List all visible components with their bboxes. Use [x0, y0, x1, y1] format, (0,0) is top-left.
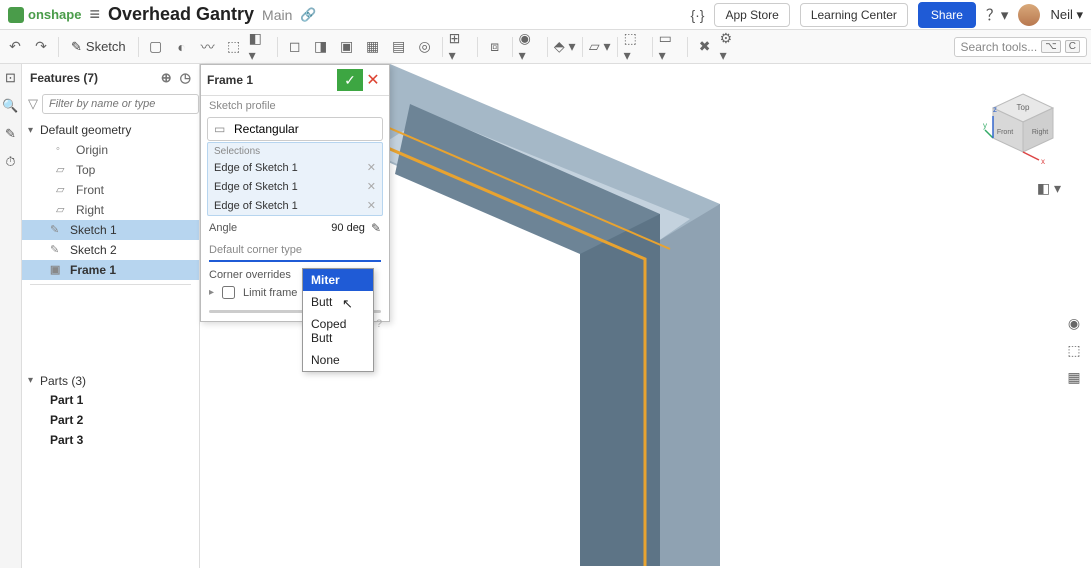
selection-item[interactable]: Edge of Sketch 1✕	[208, 158, 382, 177]
thicken-icon[interactable]: ◧ ▾	[249, 36, 271, 58]
angle-label: Angle	[209, 222, 237, 234]
history-icon[interactable]: ◷	[180, 70, 191, 86]
limit-frame-label: Limit frame	[243, 287, 297, 299]
dialog-close-button[interactable]: ✕	[363, 70, 383, 90]
selection-item[interactable]: Edge of Sketch 1✕	[208, 196, 382, 215]
limit-frame-checkbox[interactable]	[222, 286, 235, 299]
sweep-icon[interactable]: 〰	[197, 36, 219, 58]
user-avatar[interactable]	[1018, 4, 1040, 26]
remove-selection-icon[interactable]: ✕	[367, 180, 376, 193]
cursor-icon: ↖	[342, 296, 353, 312]
dropdown-item-coped-butt[interactable]: Coped Butt	[303, 313, 373, 349]
rail-search-icon[interactable]: 🔍	[2, 98, 18, 114]
dropdown-item-none[interactable]: None	[303, 349, 373, 371]
user-name[interactable]: Neil ▾	[1050, 7, 1083, 23]
expand-icon[interactable]: ▸	[209, 287, 214, 298]
origin-node[interactable]: ◦Origin	[22, 140, 199, 160]
profile-field[interactable]: ▭ Rectangular	[207, 117, 383, 141]
extrude-icon[interactable]: ▢	[145, 36, 167, 58]
plane-right[interactable]: ▱Right	[22, 200, 199, 220]
chamfer-icon[interactable]: ◨	[310, 36, 332, 58]
help-icon[interactable]: ？▾	[986, 4, 1009, 25]
rail-comments-icon[interactable]: ✎	[5, 126, 16, 142]
corner-type-label: Default corner type	[201, 240, 389, 260]
view-tool-1-icon[interactable]: ◉	[1068, 315, 1080, 332]
svg-text:z: z	[993, 105, 997, 114]
boolean-icon[interactable]: ◉ ▾	[519, 36, 541, 58]
plane-icon[interactable]: ▱ ▾	[589, 36, 611, 58]
view-tool-3-icon[interactable]: ▦	[1067, 369, 1080, 386]
svg-text:Top: Top	[1017, 103, 1030, 112]
parts-header[interactable]: ▾Parts (3)	[22, 368, 199, 390]
sketch-1-node[interactable]: ✎Sketch 1	[22, 220, 199, 240]
transform-icon[interactable]: ⬘ ▾	[554, 36, 576, 58]
filter-icon[interactable]: ▽	[28, 96, 38, 112]
config-icon[interactable]: ⚙ ▾	[720, 36, 742, 58]
svg-text:x: x	[1041, 157, 1045, 166]
svg-text:y: y	[983, 121, 987, 130]
rail-measure-icon[interactable]: ⏱	[5, 154, 15, 170]
remove-selection-icon[interactable]: ✕	[367, 161, 376, 174]
rib-icon[interactable]: ▦	[362, 36, 384, 58]
add-feature-icon[interactable]: ⊕	[161, 70, 172, 86]
rail-tree-icon[interactable]: ⊡	[5, 70, 16, 86]
undo-icon[interactable]: ↶	[4, 36, 26, 58]
loft-icon[interactable]: ⬚	[223, 36, 245, 58]
menu-icon[interactable]: ≡	[89, 4, 100, 25]
plane-top[interactable]: ▱Top	[22, 160, 199, 180]
default-geometry-node[interactable]: ▾ Default geometry	[22, 120, 199, 140]
app-logo[interactable]: onshape	[8, 7, 81, 23]
sketch-2-node[interactable]: ✎Sketch 2	[22, 240, 199, 260]
redo-icon[interactable]: ↷	[30, 36, 52, 58]
part-3[interactable]: Part 3	[22, 430, 199, 450]
fillet-icon[interactable]: ◻	[284, 36, 306, 58]
selections-label: Selections	[208, 143, 382, 158]
frame-1-node[interactable]: ▣Frame 1	[22, 260, 199, 280]
pattern-icon[interactable]: ⊞ ▾	[449, 36, 471, 58]
corner-overrides-label: Corner overrides	[209, 269, 291, 281]
rectangle-icon: ▭	[214, 122, 228, 136]
corner-type-dropdown: Miter Butt Coped Butt None	[302, 268, 374, 372]
app-store-button[interactable]: App Store	[714, 3, 789, 27]
edit-angle-icon[interactable]: ✎	[371, 221, 381, 235]
angle-value[interactable]: 90 deg	[331, 222, 365, 234]
share-button[interactable]: Share	[918, 2, 976, 28]
part-2[interactable]: Part 2	[22, 410, 199, 430]
filter-input[interactable]	[42, 94, 199, 114]
part-1[interactable]: Part 1	[22, 390, 199, 410]
surface-icon[interactable]: ⬚ ▾	[624, 36, 646, 58]
view-cube[interactable]: Top Front Right z y x	[983, 86, 1063, 166]
plane-front[interactable]: ▱Front	[22, 180, 199, 200]
frame-icon[interactable]: ✖	[694, 36, 716, 58]
draft-icon[interactable]: ▣	[336, 36, 358, 58]
shell-icon[interactable]: ▤	[388, 36, 410, 58]
search-tools[interactable]: Search tools... ⌥ C	[954, 37, 1087, 57]
curly-braces-icon[interactable]: {·}	[690, 7, 704, 23]
svg-text:Front: Front	[997, 129, 1013, 136]
svg-text:Right: Right	[1032, 129, 1048, 136]
dialog-confirm-button[interactable]: ✓	[337, 69, 363, 91]
workspace-name[interactable]: Main	[262, 7, 292, 23]
remove-selection-icon[interactable]: ✕	[367, 199, 376, 212]
learning-center-button[interactable]: Learning Center	[800, 3, 908, 27]
link-icon[interactable]: 🔗	[300, 7, 316, 23]
dialog-title: Frame 1	[207, 73, 337, 87]
mirror-icon[interactable]: ⧈	[484, 36, 506, 58]
hole-icon[interactable]: ◎	[414, 36, 436, 58]
document-title[interactable]: Overhead Gantry	[108, 4, 254, 25]
view-tool-2-icon[interactable]: ⬚	[1067, 342, 1080, 359]
dropdown-item-butt[interactable]: Butt	[303, 291, 373, 313]
sketch-profile-label: Sketch profile	[201, 96, 389, 116]
revolve-icon[interactable]: ◐	[171, 36, 193, 58]
view-options-icon[interactable]: ◧ ▾	[1037, 180, 1061, 197]
sheetmetal-icon[interactable]: ▭ ▾	[659, 36, 681, 58]
sketch-tool[interactable]: ✎ Sketch	[65, 37, 132, 57]
help-tooltip-icon[interactable]: ?	[376, 318, 382, 330]
dropdown-item-miter[interactable]: Miter	[303, 269, 373, 291]
selection-item[interactable]: Edge of Sketch 1✕	[208, 177, 382, 196]
features-header: Features (7)	[30, 71, 98, 85]
